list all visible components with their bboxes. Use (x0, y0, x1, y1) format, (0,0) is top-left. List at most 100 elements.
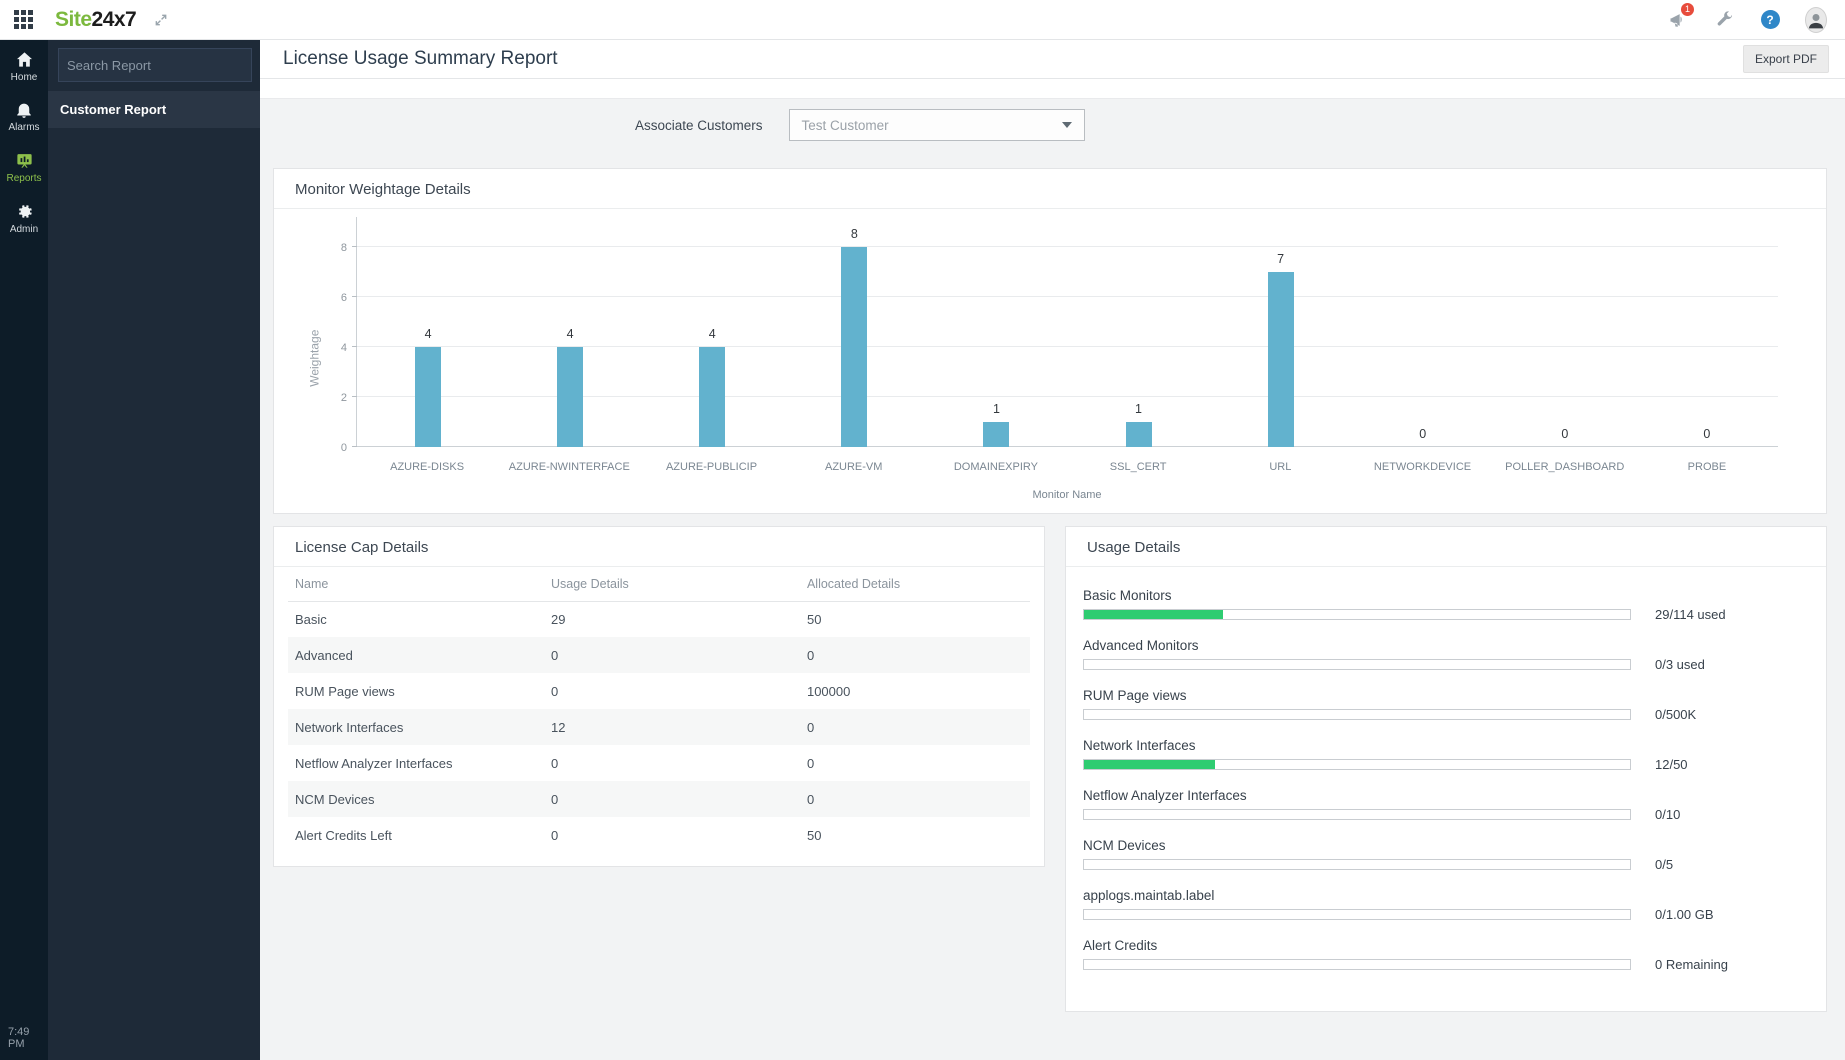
usage-item-label: Network Interfaces (1083, 738, 1196, 753)
usage-item-label: Basic Monitors (1083, 588, 1172, 603)
license-cap-card: License Cap Details Name Usage Details All… (273, 526, 1045, 867)
bar-slot: 0 (1352, 217, 1494, 447)
usage-item-row: 0/5 (1083, 857, 1809, 872)
bar-url (1267, 272, 1294, 447)
user-avatar[interactable] (1805, 6, 1827, 33)
usage-item-row: 0/500K (1083, 707, 1809, 722)
usage-item-row: 12/50 (1083, 757, 1809, 772)
table-cell: 50 (806, 611, 822, 627)
usage-item-row: 0/10 (1083, 807, 1809, 822)
usage-item-value: 29/114 used (1655, 607, 1726, 622)
bar-value-label: 0 (1703, 427, 1711, 441)
usage-item-label: Advanced Monitors (1083, 638, 1199, 653)
apps-grid-icon[interactable] (14, 10, 33, 29)
progress-fill (1084, 610, 1223, 619)
x-tick-label: AZURE-DISKS (390, 461, 465, 473)
table-cell: 0 (550, 827, 559, 843)
usage-item-value: 0/3 used (1655, 657, 1705, 672)
x-tick-label: PROBE (1687, 461, 1727, 473)
bar-value-label: 4 (424, 327, 432, 341)
table-row: Netflow Analyzer Interfaces 0 0 (288, 745, 1030, 781)
bar-value-label: 7 (1277, 252, 1285, 266)
page-header: License Usage Summary Report Export PDF (260, 40, 1845, 79)
dropdown-selected-value: Test Customer (801, 117, 889, 133)
bar-azure-nwinterface (557, 347, 584, 447)
table-cell: 0 (550, 791, 559, 807)
table-cell: RUM Page views (295, 683, 395, 699)
usage-item-value: 0/10 (1655, 807, 1681, 822)
x-tick-label: POLLER_DASHBOARD (1505, 461, 1625, 473)
search-report-input[interactable] (67, 57, 243, 73)
bar-value-label: 1 (992, 402, 1000, 416)
sidebar-item-home[interactable]: Home (0, 40, 48, 91)
bar-azure-disks (415, 347, 442, 447)
table-cell: 0 (806, 791, 815, 807)
usage-details-title: Usage Details (1066, 527, 1826, 567)
sidebar: Home Alarms Reports Admin 7:49 PM Search… (0, 40, 260, 1060)
table-cell: Basic (295, 611, 327, 627)
progress-track (1083, 859, 1631, 870)
chart-bars: 4 4 4 8 1 1 7 0 0 0 (357, 217, 1778, 447)
bar-value-label: 0 (1561, 427, 1569, 441)
usage-item-label: applogs.maintab.label (1083, 888, 1215, 903)
table-cell: 50 (806, 827, 822, 843)
usage-item-label: RUM Page views (1083, 688, 1187, 703)
filter-row: Associate Customers Test Customer (260, 109, 1845, 141)
tools-icon[interactable] (1713, 9, 1735, 31)
export-pdf-button[interactable]: Export PDF (1742, 45, 1829, 73)
bar-value-label: 0 (1419, 427, 1427, 441)
bar-value-label: 4 (708, 327, 716, 341)
table-row: Basic 29 50 (288, 601, 1030, 637)
bell-icon (17, 103, 31, 118)
sidebar-item-reports[interactable]: Reports (0, 141, 48, 192)
column-header: Allocated Details (799, 567, 1030, 602)
expand-icon[interactable] (154, 13, 168, 27)
home-icon (16, 52, 32, 67)
usage-item-value: 12/50 (1655, 757, 1688, 772)
page-title: License Usage Summary Report (283, 48, 558, 69)
table-cell: 0 (806, 647, 815, 663)
y-tick-label: 2 (340, 392, 347, 404)
sidebar-item-alarms[interactable]: Alarms (0, 91, 48, 141)
usage-item-value: 0/500K (1655, 707, 1697, 722)
gear-icon (18, 205, 32, 218)
y-tick-label: 8 (340, 242, 347, 254)
table-cell: 0 (806, 755, 815, 771)
x-tick-label: URL (1269, 461, 1292, 473)
bar-slot: 7 (1210, 217, 1352, 447)
x-tick-label: AZURE-PUBLICIP (665, 461, 758, 473)
top-bar: Site24x7 1 ? (0, 0, 1845, 40)
x-tick-label: AZURE-NWINTERFACE (508, 461, 630, 473)
usage-item: Netflow Analyzer Interfaces 0/10 (1083, 788, 1809, 822)
avatar-image (1805, 6, 1827, 33)
sidebar-item-customer-report[interactable]: Customer Report (48, 91, 260, 128)
report-search-box (58, 48, 252, 82)
table-row: RUM Page views 0 100000 (288, 673, 1030, 709)
announcements-icon[interactable]: 1 (1667, 1, 1695, 31)
monitor-weightage-card: Monitor Weightage Details Weightage 0 2 4 6… (273, 168, 1827, 514)
progress-track (1083, 809, 1631, 820)
table-row: Alert Credits Left 0 50 (288, 817, 1030, 853)
toolbar-band (260, 79, 1845, 99)
usage-list: Basic Monitors 29/114 used Advanced Monito… (1066, 567, 1826, 972)
chart-x-labels: AZURE-DISKS AZURE-NWINTERFACE AZURE-PUBLIC… (356, 461, 1778, 473)
x-axis-title: Monitor Name (1032, 489, 1102, 501)
help-icon[interactable]: ? (1759, 9, 1781, 31)
customer-dropdown[interactable]: Test Customer (788, 109, 1085, 141)
progress-track (1083, 959, 1631, 970)
table-cell: Advanced (295, 647, 353, 663)
progress-track (1083, 659, 1631, 670)
x-tick-label: DOMAINEXPIRY (953, 461, 1038, 473)
sidebar-item-admin[interactable]: Admin (0, 192, 48, 243)
bar-slot: 1 (1067, 217, 1209, 447)
table-row: Advanced 0 0 (288, 637, 1030, 673)
usage-item-row: 0 Remaining (1083, 957, 1809, 972)
usage-item: Advanced Monitors 0/3 used (1083, 638, 1809, 672)
page-content: Associate Customers Test Customer Monito… (260, 99, 1845, 1012)
sidebar-rail: Home Alarms Reports Admin 7:49 PM (0, 40, 48, 1060)
y-tick-label: 4 (340, 342, 347, 354)
help-glyph: ? (1760, 10, 1780, 29)
bar-azure-vm (841, 247, 868, 447)
x-tick-label: AZURE-VM (824, 461, 883, 473)
table-cell: Alert Credits Left (295, 827, 392, 843)
